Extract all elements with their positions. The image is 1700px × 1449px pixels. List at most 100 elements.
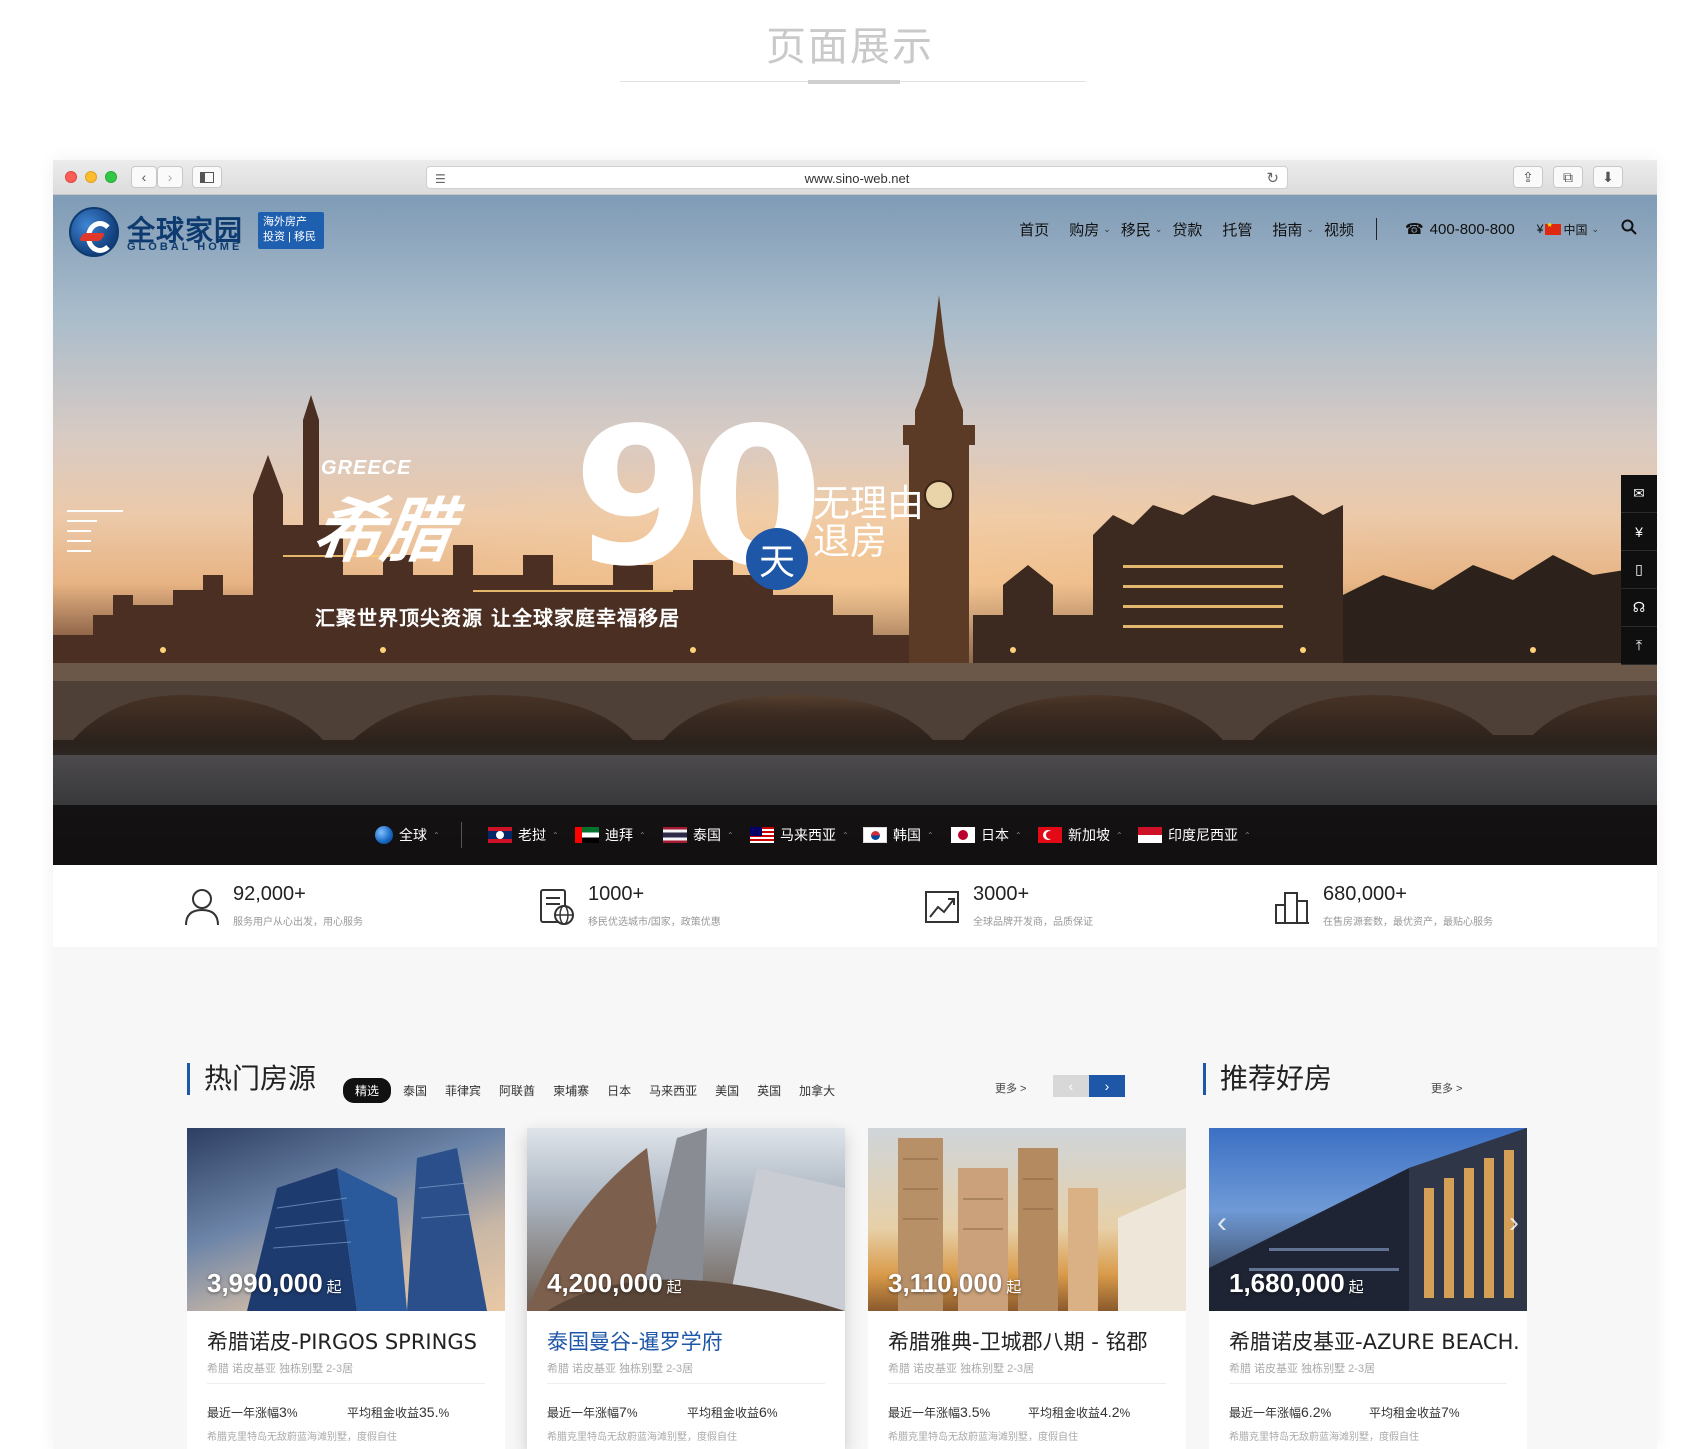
property-card[interactable]: 4,200,000 起 泰国曼谷-暹罗学府 希腊 诺皮基亚 独栋别墅 2-3居 最… <box>527 1128 845 1449</box>
country-korea[interactable]: 韩国 ⌃ <box>863 805 934 865</box>
chevron-up-icon: ⌃ <box>1116 830 1123 840</box>
percent-sign: % <box>286 1406 298 1420</box>
country-indonesia[interactable]: 印度尼西亚 ⌃ <box>1138 805 1251 865</box>
rent-label: 平均租金收益 <box>687 1406 760 1420</box>
nav-item-buy[interactable]: 购房 ⌄ <box>1069 219 1111 240</box>
country-malaysia[interactable]: 马来西亚 ⌃ <box>750 805 849 865</box>
tab-cambodia[interactable]: 柬埔寨 <box>553 1082 589 1099</box>
currency-region-selector[interactable]: ¥ 中国 ⌄ <box>1537 221 1599 238</box>
property-title[interactable]: 希腊诺皮基亚-AZURE BEACH... <box>1229 1326 1519 1356</box>
country-label: 迪拜 <box>605 827 633 843</box>
property-title[interactable]: 希腊雅典-卫城郡八期 - 铭郡 <box>888 1326 1178 1356</box>
logo-badge: 海外房产 投资 | 移民 <box>258 212 324 249</box>
stat-desc: 在售房源套数，最优资产，最贴心服务 <box>1323 917 1493 928</box>
next-page-button[interactable]: › <box>1089 1075 1125 1097</box>
property-image[interactable]: 3,990,000 起 <box>187 1128 505 1311</box>
phone-link[interactable]: ☎ 400-800-800 <box>1405 220 1515 239</box>
back-button[interactable]: ‹ <box>131 166 157 188</box>
zoom-window-button[interactable] <box>105 171 117 183</box>
rent-label: 平均租金收益 <box>1369 1406 1442 1420</box>
divider <box>461 822 462 848</box>
nav-item-loan[interactable]: 贷款 <box>1172 219 1202 240</box>
promo-unit-badge: 天 <box>746 528 808 590</box>
red-crescent-flag-icon <box>1038 827 1062 843</box>
country-singapore[interactable]: 新加坡 ⌃ <box>1038 805 1123 865</box>
nav-item-immigration[interactable]: 移民 ⌄ <box>1121 219 1163 240</box>
share-button[interactable]: ⇪ <box>1513 166 1543 188</box>
hot-section-title: 热门房源 <box>187 1063 316 1095</box>
menu-icon[interactable] <box>67 510 123 560</box>
promo-tagline: 无理由 退房 <box>813 485 924 561</box>
minimize-window-button[interactable] <box>85 171 97 183</box>
chevron-up-icon: ⌃ <box>842 830 849 840</box>
chevron-left-icon: ‹ <box>141 169 147 185</box>
tab-japan[interactable]: 日本 <box>607 1082 631 1099</box>
forward-button[interactable]: › <box>157 166 183 188</box>
growth-label: 最近一年涨幅 <box>547 1406 620 1420</box>
country-dubai[interactable]: 迪拜 ⌃ <box>575 805 646 865</box>
tab-canada[interactable]: 加拿大 <box>799 1082 835 1099</box>
currency-symbol: ¥ <box>1536 222 1544 236</box>
property-image[interactable]: 3,110,000 起 <box>868 1128 1186 1311</box>
nav-item-home[interactable]: 首页 <box>1019 219 1049 240</box>
user-icon <box>185 889 219 926</box>
tab-uae[interactable]: 阿联酋 <box>499 1082 535 1099</box>
document-globe-icon <box>540 889 574 925</box>
tabs-button[interactable]: ⧉ <box>1553 166 1583 188</box>
sidebar-toggle-button[interactable] <box>192 166 222 188</box>
country-laos[interactable]: 老挝 ⌃ <box>488 805 559 865</box>
stat-desc: 移民优选城市/国家，政策优惠 <box>588 917 721 928</box>
country-label: 老挝 <box>518 827 546 843</box>
growth-label: 最近一年涨幅 <box>207 1406 280 1420</box>
tabs-icon: ⧉ <box>1563 168 1573 185</box>
property-note: 希腊克里特岛无敌蔚蓝海滩别墅，度假自住 <box>1229 1432 1419 1443</box>
property-price: 1,680,000 起 <box>1229 1268 1364 1299</box>
country-label: 新加坡 <box>1068 827 1110 843</box>
property-card[interactable]: ‹ › 1,680,000 起 希腊诺皮基亚-AZURE BEACH... 希腊 … <box>1209 1128 1527 1449</box>
country-label: 马来西亚 <box>780 827 836 843</box>
recommend-more-link[interactable]: 更多 > <box>1431 1080 1462 1096</box>
percent-sign: % <box>979 1406 991 1420</box>
downloads-button[interactable]: ⬇ <box>1593 166 1623 188</box>
chevron-right-icon: › <box>167 169 173 185</box>
yen-icon[interactable]: ¥ <box>1621 513 1657 551</box>
property-image[interactable]: 4,200,000 起 <box>527 1128 845 1311</box>
mobile-icon[interactable]: ▯ <box>1621 551 1657 589</box>
tab-thailand[interactable]: 泰国 <box>403 1082 427 1099</box>
chevron-left-icon[interactable]: ‹ <box>1217 1206 1227 1240</box>
property-card[interactable]: 3,990,000 起 希腊诺皮-PIRGOS SPRINGS 希腊 诺皮基亚 独… <box>187 1128 505 1449</box>
country-bar: 全球 ⌃ 老挝 ⌃ 迪拜 ⌃ 泰国 ⌃ 马来西亚 ⌃ 韩国 ⌃ 日本 ⌃ 新加坡… <box>53 805 1657 865</box>
chevron-up-icon: ⌃ <box>727 830 734 840</box>
property-card[interactable]: 3,110,000 起 希腊雅典-卫城郡八期 - 铭郡 希腊 诺皮基亚 独栋别墅 … <box>868 1128 1186 1449</box>
nav-item-video[interactable]: 视频 <box>1324 219 1354 240</box>
nav-label: 购房 <box>1069 221 1100 239</box>
tab-featured[interactable]: 精选 <box>343 1078 392 1103</box>
property-title[interactable]: 泰国曼谷-暹罗学府 <box>547 1326 837 1356</box>
tab-philippines[interactable]: 菲律宾 <box>445 1082 481 1099</box>
percent-sign: % <box>438 1406 450 1420</box>
country-japan[interactable]: 日本 ⌃ <box>951 805 1022 865</box>
headset-icon[interactable]: ☊ <box>1621 589 1657 627</box>
wechat-icon[interactable]: ✉ <box>1621 475 1657 513</box>
reload-icon[interactable]: ↻ <box>1266 169 1279 187</box>
country-thailand[interactable]: 泰国 ⌃ <box>663 805 734 865</box>
hot-more-link[interactable]: 更多 > <box>995 1080 1026 1096</box>
property-image[interactable]: ‹ › 1,680,000 起 <box>1209 1128 1527 1311</box>
prev-page-button[interactable]: ‹ <box>1053 1075 1089 1097</box>
close-window-button[interactable] <box>65 171 77 183</box>
property-title[interactable]: 希腊诺皮-PIRGOS SPRINGS <box>207 1326 497 1356</box>
tab-uk[interactable]: 英国 <box>757 1082 781 1099</box>
tab-malaysia[interactable]: 马来西亚 <box>649 1082 697 1099</box>
tab-usa[interactable]: 美国 <box>715 1082 739 1099</box>
search-button[interactable] <box>1621 219 1637 240</box>
back-to-top-icon[interactable]: ⤒ <box>1621 627 1657 665</box>
address-bar[interactable]: ☰ www.sino-web.net ↻ <box>426 166 1288 189</box>
country-global[interactable]: 全球 ⌃ <box>375 805 440 865</box>
nav-divider <box>1375 218 1377 240</box>
stat-desc: 全球品牌开发商，品质保证 <box>973 917 1093 928</box>
logo-icon[interactable] <box>69 207 119 257</box>
nav-item-trust[interactable]: 托管 <box>1222 219 1252 240</box>
promo-country-cn: 希腊 <box>308 490 456 572</box>
nav-item-guide[interactable]: 指南 ⌄ <box>1272 219 1314 240</box>
chevron-right-icon[interactable]: › <box>1509 1206 1519 1240</box>
